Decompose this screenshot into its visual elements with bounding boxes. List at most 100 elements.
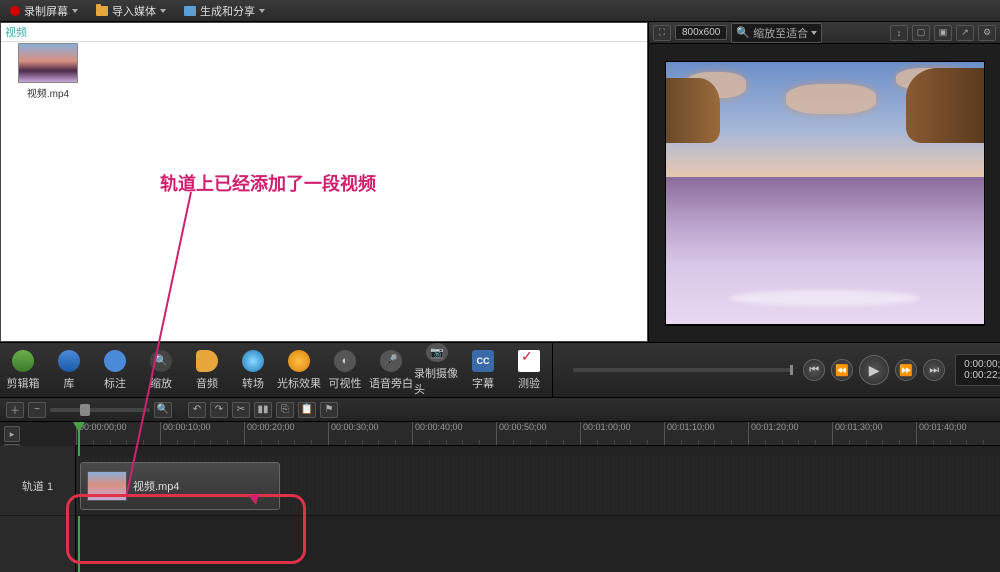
tool-split[interactable]: ▮▮ — [254, 402, 272, 418]
tab-clipbin[interactable]: 剪辑箱 — [0, 343, 46, 397]
tab-label: 音频 — [196, 375, 218, 391]
playback-bar: ⏮ ⏪ ▶ ⏩ ⏭ 0:00:00;00 / 0:00:22;02 — [552, 343, 1000, 397]
rewind-button[interactable]: ⏪ — [831, 359, 853, 381]
media-bin-header: 视频 — [1, 23, 647, 42]
cc-icon: CC — [472, 350, 494, 372]
tab-label: 标注 — [104, 375, 126, 391]
tab-zoom[interactable]: 🔍缩放 — [138, 343, 184, 397]
import-media-button[interactable]: 导入媒体 — [90, 1, 172, 21]
tab-transition[interactable]: 转场 — [230, 343, 276, 397]
import-label: 导入媒体 — [112, 3, 156, 19]
quiz-icon — [518, 350, 540, 372]
tool-marker[interactable]: ⚑ — [320, 402, 338, 418]
preview-toolbar: ⛶ 800x600 🔍缩放至适合 ↕ ▢ ▣ ↗ ⚙ — [649, 22, 1000, 44]
tool-redo[interactable]: ↷ — [210, 402, 228, 418]
tab-label: 库 — [64, 375, 75, 391]
timeline: ▸ ⋮ 00:00:00;0000:00:10;0000:00:20;0000:… — [0, 422, 1000, 572]
zoom-slider[interactable] — [50, 408, 150, 412]
annotation-text: 轨道上已经添加了一段视频 — [160, 170, 376, 196]
record-icon — [10, 6, 20, 16]
tab-label: 剪辑箱 — [7, 375, 40, 391]
library-icon — [58, 350, 80, 372]
record-screen-button[interactable]: 录制屏幕 — [4, 1, 84, 21]
playback-time: 0:00:00;00 / 0:00:22;02 — [955, 354, 1000, 386]
tab-label: 光标效果 — [277, 375, 321, 391]
tab-label: 语音旁白 — [369, 375, 413, 391]
track-expand-button[interactable]: ▸ — [4, 426, 20, 442]
ruler-tick: 00:01:30;00 — [832, 422, 883, 445]
top-toolbar: 录制屏幕 导入媒体 生成和分享 — [0, 0, 1000, 22]
tab-library[interactable]: 库 — [46, 343, 92, 397]
tab-audio[interactable]: 音频 — [184, 343, 230, 397]
remove-track-button[interactable]: − — [28, 402, 46, 418]
zoom-label: 缩放至适合 — [753, 25, 808, 41]
cursor-icon — [288, 350, 310, 372]
chevron-down-icon — [259, 9, 265, 13]
ruler-tick: 00:01:40;00 — [916, 422, 967, 445]
add-track-button[interactable]: ＋ — [6, 402, 24, 418]
folder-icon — [96, 6, 108, 16]
track-lanes: 视频.mp4 — [76, 446, 1000, 572]
annotation-arrow-icon — [249, 494, 261, 506]
chevron-down-icon — [811, 31, 817, 35]
chevron-down-icon — [160, 9, 166, 13]
tab-label: 转场 — [242, 375, 264, 391]
tab-label: 可视性 — [329, 375, 362, 391]
tab-callout[interactable]: 标注 — [92, 343, 138, 397]
tab-label: 测验 — [518, 375, 540, 391]
ruler-tick: 00:01:00;00 — [580, 422, 631, 445]
callout-icon — [104, 350, 126, 372]
track-label: 轨道 1 — [22, 478, 53, 494]
voice-icon: 🎤 — [380, 350, 402, 372]
tool-button-2[interactable]: ▢ — [912, 25, 930, 41]
produce-share-button[interactable]: 生成和分享 — [178, 1, 271, 21]
clipbin-icon — [12, 350, 34, 372]
tab-quiz[interactable]: 测验 — [506, 343, 552, 397]
play-button[interactable]: ▶ — [859, 355, 889, 385]
next-button[interactable]: ⏭ — [923, 359, 945, 381]
share-icon — [184, 6, 196, 16]
tool-tabs: 剪辑箱 库 标注 🔍缩放 音频 转场 光标效果 ◐ 可视性 🎤 语音旁白 📷 录制摄像… — [0, 343, 552, 397]
main-area: 视频 视频.mp4 ⛶ 800x600 🔍缩放至适合 ↕ ▢ ▣ ↗ ⚙ — [0, 22, 1000, 342]
transition-icon — [242, 350, 264, 372]
tab-caption[interactable]: CC字幕 — [460, 343, 506, 397]
tab-camera[interactable]: 📷 录制摄像头 — [414, 343, 460, 397]
ruler-tick: 00:00:10;00 — [160, 422, 211, 445]
tool-copy[interactable]: ⎘ — [276, 402, 294, 418]
ruler-tick: 00:00:30;00 — [328, 422, 379, 445]
forward-button[interactable]: ⏩ — [895, 359, 917, 381]
prev-button[interactable]: ⏮ — [803, 359, 825, 381]
track-headers: 轨道 1 — [0, 446, 76, 572]
timeline-ruler[interactable]: 00:00:00;00 00:00:10;00 00:00:20;00 00:00:3… — [76, 422, 1000, 446]
tool-button-5[interactable]: ⚙ — [978, 25, 996, 41]
media-item-label: 视频.mp4 — [13, 85, 83, 100]
tool-paste[interactable]: 📋 — [298, 402, 316, 418]
preview-size-selector[interactable]: 800x600 — [675, 25, 727, 40]
tool-undo[interactable]: ↶ — [188, 402, 206, 418]
clip-thumbnail — [87, 471, 127, 501]
zoom-fit-icon[interactable]: 🔍 — [154, 402, 172, 418]
preview-canvas[interactable] — [665, 61, 985, 326]
track-1-header[interactable]: 轨道 1 — [0, 456, 75, 516]
camera-icon: 📷 — [426, 343, 448, 362]
visual-icon: ◐ — [334, 350, 356, 372]
share-label: 生成和分享 — [200, 3, 255, 19]
zoom-fit-dropdown[interactable]: 🔍缩放至适合 — [731, 23, 822, 43]
tool-button-4[interactable]: ↗ — [956, 25, 974, 41]
tab-label: 录制摄像头 — [414, 365, 460, 397]
preview-stage — [649, 44, 1000, 342]
tab-visual[interactable]: ◐ 可视性 — [322, 343, 368, 397]
media-item[interactable]: 视频.mp4 — [13, 43, 83, 100]
tool-cut[interactable]: ✂ — [232, 402, 250, 418]
playback-progress[interactable] — [573, 368, 793, 372]
tab-cursor[interactable]: 光标效果 — [276, 343, 322, 397]
ruler-tick: 00:00:20;00 — [244, 422, 295, 445]
tool-button-1[interactable]: ↕ — [890, 25, 908, 41]
track-1-lane[interactable]: 视频.mp4 — [76, 456, 1000, 516]
clip-label: 视频.mp4 — [133, 478, 179, 494]
ruler-tick: 00:00:00;00 — [76, 422, 127, 445]
tool-button-3[interactable]: ▣ — [934, 25, 952, 41]
tab-voice[interactable]: 🎤 语音旁白 — [368, 343, 414, 397]
tab-label: 缩放 — [150, 375, 172, 391]
fullscreen-icon[interactable]: ⛶ — [653, 25, 671, 41]
